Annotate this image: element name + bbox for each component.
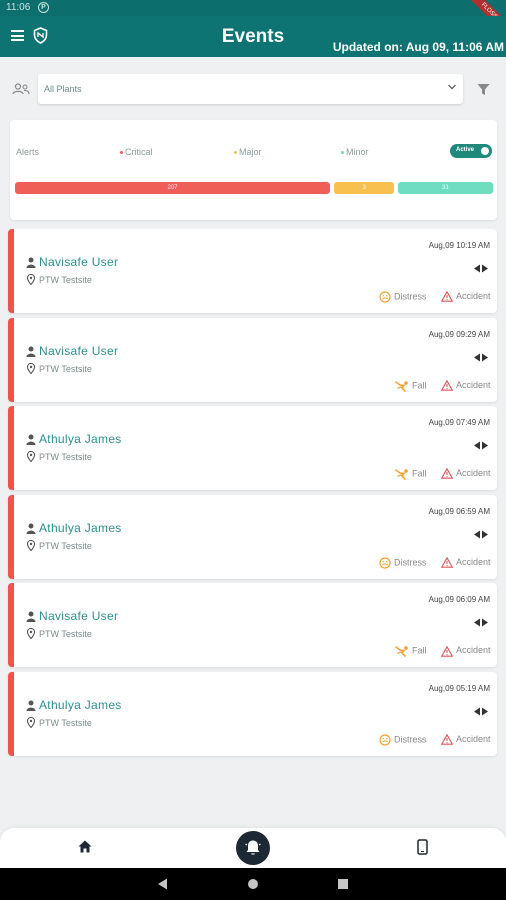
- accident-icon: [440, 379, 456, 391]
- event-time: Aug,09 06:09 AM: [428, 595, 490, 605]
- event-time: Aug,09 07:49 AM: [428, 418, 490, 428]
- accident-icon: [440, 645, 456, 657]
- event-card[interactable]: Athulya James PTW Testsite Aug,09 05:19 AM…: [8, 672, 497, 756]
- event-site: PTW Testsite: [39, 275, 92, 285]
- event-accident-tag: Accident: [440, 467, 491, 480]
- major-bar[interactable]: 3: [334, 182, 394, 194]
- plant-select-value: All Plants: [44, 84, 82, 94]
- fall-icon: [395, 646, 412, 658]
- event-site: PTW Testsite: [39, 629, 92, 640]
- event-accident-tag: Accident: [440, 556, 491, 568]
- back-icon[interactable]: [157, 878, 168, 890]
- accident-icon: [440, 733, 456, 745]
- event-time: Aug,09 05:19 AM: [428, 684, 490, 693]
- notification-p-icon: P: [38, 2, 49, 13]
- accident-icon: [440, 290, 456, 302]
- event-user-name[interactable]: Athulya James: [39, 521, 122, 535]
- location-pin-icon: [27, 717, 35, 728]
- accident-icon: [440, 467, 456, 480]
- play-arrows-icon[interactable]: [473, 441, 489, 450]
- distress-icon: [379, 734, 394, 746]
- event-type-tag: Fall: [395, 468, 427, 480]
- minor-bar[interactable]: 31: [398, 182, 493, 194]
- status-time: 11:06: [6, 2, 31, 13]
- event-accident-tag: Accident: [440, 733, 491, 745]
- event-site: PTW Testsite: [39, 452, 92, 463]
- event-user-name[interactable]: Navisafe User: [39, 609, 118, 623]
- event-user-name[interactable]: Navisafe User: [39, 255, 118, 269]
- play-arrows-icon[interactable]: [473, 707, 489, 716]
- system-navigation-bar: [0, 868, 506, 900]
- event-card[interactable]: Navisafe User PTW Testsite Aug,09 10:19 AM…: [8, 229, 497, 313]
- play-arrows-icon[interactable]: [473, 530, 489, 539]
- chevron-down-icon: [448, 84, 456, 90]
- user-icon: [26, 523, 36, 534]
- event-time: Aug,09 06:59 AM: [428, 506, 490, 516]
- event-card[interactable]: Athulya James PTW Testsite Aug,09 07:49 AM…: [8, 406, 497, 491]
- app-bar: Events Updated on: Aug 09, 11:06 AM: [0, 16, 506, 57]
- event-site: PTW Testsite: [39, 718, 92, 728]
- event-site: PTW Testsite: [39, 363, 92, 374]
- play-arrows-icon[interactable]: [473, 264, 489, 273]
- updated-timestamp: Updated on: Aug 09, 11:06 AM: [332, 40, 504, 54]
- event-user-name[interactable]: Athulya James: [39, 698, 122, 712]
- location-pin-icon: [27, 539, 35, 551]
- toggle-knob: [481, 147, 489, 155]
- status-bar: 11:06 P FLOSS: [0, 0, 506, 40]
- event-accident-tag: Accident: [440, 645, 491, 657]
- filter-row: All Plants: [0, 74, 506, 106]
- alarm-button[interactable]: [236, 831, 270, 865]
- user-icon: [26, 611, 36, 623]
- location-pin-icon: [27, 451, 35, 463]
- user-icon: [26, 434, 36, 446]
- group-users-icon: [12, 83, 30, 95]
- event-card[interactable]: Athulya James PTW Testsite Aug,09 06:59 AM…: [8, 494, 497, 579]
- system-home-icon[interactable]: [248, 879, 258, 889]
- bottom-navigation: [0, 828, 506, 868]
- alerts-summary-card: Alerts Critical Major Minor Active 207 3…: [10, 120, 497, 220]
- location-pin-icon: [27, 362, 35, 374]
- event-type-tag: Distress: [379, 291, 427, 303]
- play-arrows-icon[interactable]: [473, 618, 489, 627]
- event-time: Aug,09 10:19 AM: [428, 241, 490, 250]
- event-site: PTW Testsite: [39, 540, 92, 551]
- fall-icon: [395, 380, 412, 392]
- event-card[interactable]: Navisafe User PTW Testsite Aug,09 06:09 AM…: [8, 583, 497, 668]
- event-user-name[interactable]: Navisafe User: [39, 344, 118, 358]
- plant-select[interactable]: All Plants: [38, 74, 463, 104]
- alerts-label: Alerts: [16, 147, 40, 157]
- alarm-bell-icon: [245, 840, 261, 855]
- legend-critical: Critical: [120, 147, 153, 157]
- event-time: Aug,09 09:29 AM: [428, 329, 490, 339]
- legend-major: Major: [234, 147, 262, 157]
- play-arrows-icon[interactable]: [473, 353, 489, 362]
- distress-icon: [379, 557, 394, 569]
- event-accident-tag: Accident: [440, 379, 491, 391]
- fall-icon: [395, 469, 412, 480]
- active-toggle[interactable]: Active: [450, 144, 492, 158]
- user-icon: [26, 257, 36, 268]
- device-icon[interactable]: [417, 839, 428, 855]
- recents-icon[interactable]: [338, 879, 348, 889]
- event-type-tag: Fall: [395, 645, 427, 658]
- location-pin-icon: [27, 274, 35, 285]
- active-toggle-label: Active: [456, 147, 475, 153]
- critical-bar[interactable]: 207: [15, 182, 330, 194]
- event-type-tag: Distress: [379, 734, 427, 746]
- accident-icon: [440, 556, 456, 568]
- event-type-tag: Distress: [379, 557, 427, 569]
- event-user-name[interactable]: Athulya James: [39, 432, 122, 446]
- legend-minor: Minor: [341, 147, 369, 157]
- event-card[interactable]: Navisafe User PTW Testsite Aug,09 09:29 AM…: [8, 317, 497, 402]
- distress-icon: [379, 291, 394, 303]
- home-icon[interactable]: [78, 840, 92, 853]
- user-icon: [26, 700, 36, 711]
- event-accident-tag: Accident: [440, 290, 491, 302]
- location-pin-icon: [27, 628, 35, 640]
- user-icon: [26, 346, 36, 357]
- event-type-tag: Fall: [395, 380, 427, 392]
- filter-funnel-icon[interactable]: [477, 83, 490, 96]
